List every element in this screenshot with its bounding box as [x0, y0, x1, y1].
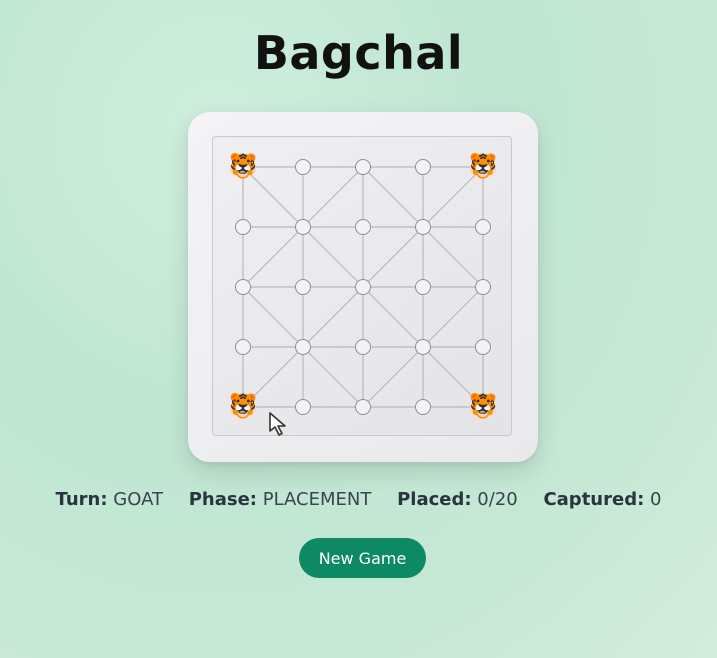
board-point[interactable]: [415, 279, 431, 295]
board-point[interactable]: [295, 219, 311, 235]
captured-value: 0: [650, 489, 662, 510]
board-point[interactable]: [235, 279, 251, 295]
status-bar: Turn: GOAT Phase: PLACEMENT Placed: 0/20…: [0, 489, 717, 510]
phase-label: Phase:: [188, 489, 257, 510]
tiger-piece[interactable]: 🐯: [228, 151, 258, 180]
board-point[interactable]: [355, 219, 371, 235]
board-point[interactable]: [295, 159, 311, 175]
phase-value: PLACEMENT: [262, 489, 372, 510]
board-point[interactable]: [355, 279, 371, 295]
turn-value: GOAT: [113, 489, 163, 510]
placed-value: 0/20: [477, 489, 518, 510]
placed-status: Placed: 0/20: [397, 489, 518, 510]
board-point[interactable]: [295, 399, 311, 415]
captured-status: Captured: 0: [543, 489, 661, 510]
tiger-piece[interactable]: 🐯: [468, 391, 498, 420]
board-point[interactable]: [475, 279, 491, 295]
board-point[interactable]: [415, 339, 431, 355]
captured-label: Captured:: [543, 489, 645, 510]
tiger-piece[interactable]: 🐯: [228, 391, 258, 420]
board-point[interactable]: [355, 339, 371, 355]
mouse-pointer-icon: [269, 412, 286, 436]
board-point[interactable]: [415, 159, 431, 175]
board-point[interactable]: [295, 339, 311, 355]
board-point[interactable]: [475, 339, 491, 355]
board-point[interactable]: [295, 279, 311, 295]
board-point[interactable]: [235, 339, 251, 355]
placed-label: Placed:: [397, 489, 472, 510]
board-card: 🐯 🐯 🐯 🐯: [188, 112, 538, 462]
board-point[interactable]: [475, 219, 491, 235]
board-grid: 🐯 🐯 🐯 🐯: [228, 151, 498, 420]
phase-status: Phase: PLACEMENT: [189, 489, 372, 510]
tiger-piece[interactable]: 🐯: [468, 151, 498, 180]
board-point[interactable]: [355, 399, 371, 415]
board: 🐯 🐯 🐯 🐯: [212, 136, 512, 436]
turn-status: Turn: GOAT: [56, 489, 163, 510]
board-point[interactable]: [415, 399, 431, 415]
board-point[interactable]: [355, 159, 371, 175]
page-title: Bagchal: [253, 26, 464, 80]
turn-label: Turn:: [55, 489, 108, 510]
new-game-button[interactable]: New Game: [299, 538, 426, 578]
board-point[interactable]: [235, 219, 251, 235]
board-point[interactable]: [415, 219, 431, 235]
